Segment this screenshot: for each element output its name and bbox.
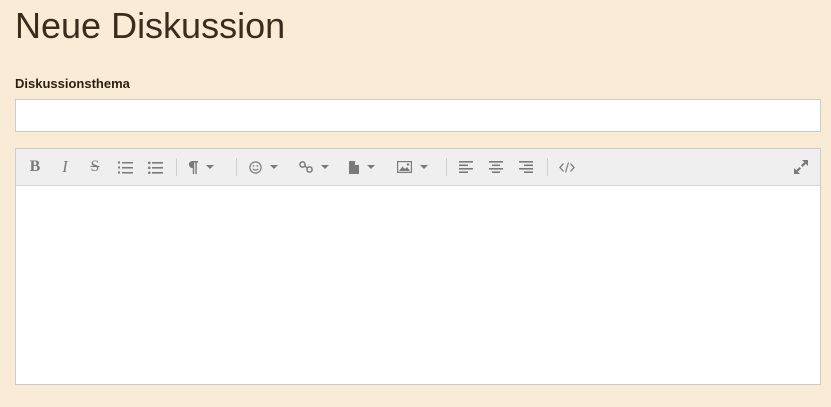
strikethrough-button[interactable]: S — [86, 156, 104, 178]
chevron-down-icon — [321, 165, 329, 169]
align-right-icon — [519, 161, 533, 173]
chevron-down-icon — [420, 165, 428, 169]
align-center-icon — [489, 161, 503, 173]
insert-image-button[interactable] — [397, 156, 439, 178]
link-button[interactable] — [299, 156, 339, 178]
link-icon — [299, 161, 313, 173]
image-icon — [397, 161, 412, 173]
bold-icon: B — [29, 158, 41, 175]
paragraph-format-icon — [188, 160, 198, 174]
emoticon-icon — [249, 160, 262, 174]
editor-toolbar: B I S — [16, 149, 820, 186]
unordered-list-icon — [147, 161, 163, 174]
strikethrough-icon: S — [90, 158, 100, 175]
toolbar-separator — [176, 158, 177, 176]
align-right-button[interactable] — [517, 156, 535, 178]
fullscreen-button[interactable] — [791, 156, 811, 178]
topic-label: Diskussionsthema — [15, 76, 130, 91]
page-title: Neue Diskussion — [15, 5, 286, 46]
paragraph-format-button[interactable] — [188, 156, 226, 178]
ordered-list-button[interactable] — [116, 156, 134, 178]
chevron-down-icon — [270, 165, 278, 169]
chevron-down-icon — [367, 165, 375, 169]
toolbar-separator — [547, 158, 548, 176]
align-center-button[interactable] — [487, 156, 505, 178]
chevron-down-icon — [206, 165, 214, 169]
toolbar-separator — [236, 158, 237, 176]
unordered-list-button[interactable] — [146, 156, 164, 178]
fullscreen-icon — [794, 160, 808, 174]
ordered-list-icon — [117, 161, 133, 173]
italic-icon: I — [62, 157, 68, 176]
align-left-icon — [459, 161, 473, 173]
toolbar-separator — [446, 158, 447, 176]
italic-button[interactable]: I — [56, 156, 74, 178]
insert-file-button[interactable] — [349, 156, 389, 178]
bold-button[interactable]: B — [26, 156, 44, 178]
code-view-button[interactable] — [557, 156, 577, 178]
topic-input[interactable] — [15, 99, 821, 132]
align-left-button[interactable] — [457, 156, 475, 178]
emoticon-button[interactable] — [249, 156, 289, 178]
file-icon — [349, 160, 359, 174]
editor-content-area[interactable] — [16, 186, 820, 384]
rich-text-editor: B I S — [15, 148, 821, 385]
code-view-icon — [559, 161, 575, 173]
